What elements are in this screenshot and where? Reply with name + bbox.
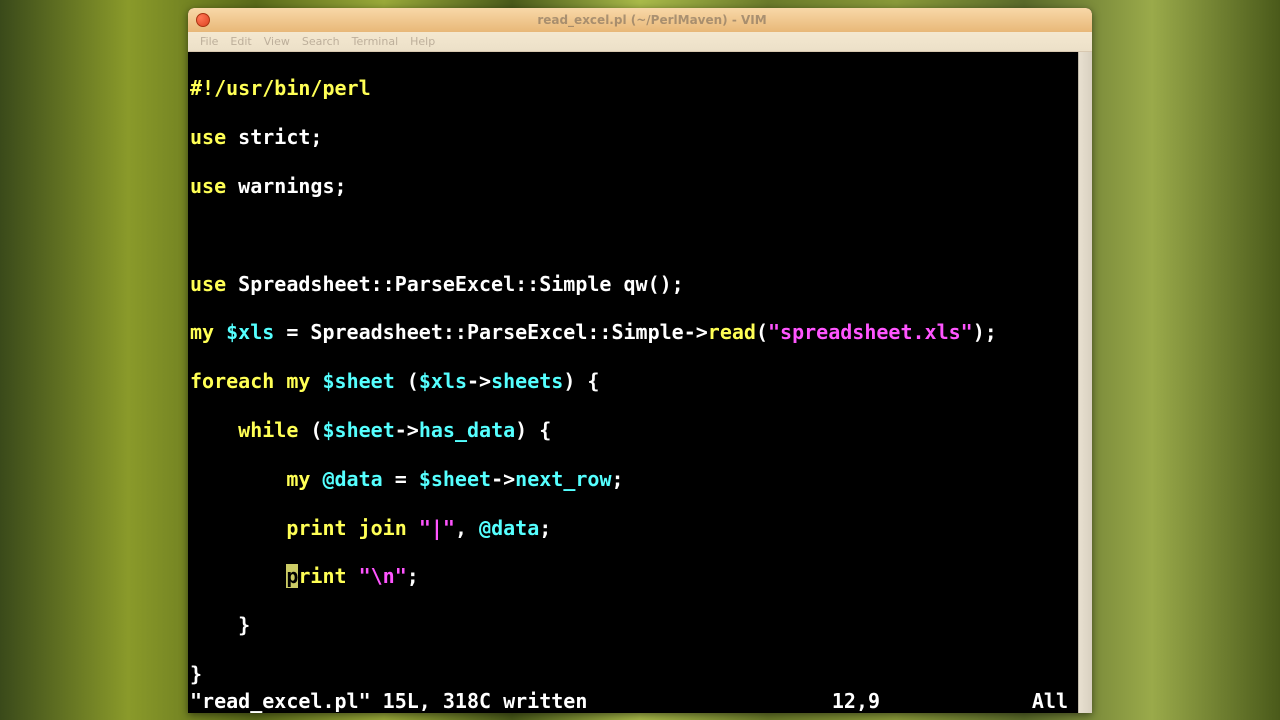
cursor: p [286, 564, 298, 588]
menu-help[interactable]: Help [404, 33, 441, 50]
code-line-5: use Spreadsheet::ParseExcel::Simple qw()… [190, 272, 1090, 296]
window-title: read_excel.pl (~/PerlMaven) - VIM [220, 13, 1084, 27]
menu-search[interactable]: Search [296, 33, 346, 50]
cursor-position: 12,9 [832, 689, 1032, 713]
vim-statusbar: "read_excel.pl" 15L, 318C written 12,9 A… [188, 689, 1078, 713]
menu-file[interactable]: File [194, 33, 224, 50]
code-line-10: print join "|", @data; [190, 516, 1090, 540]
editor-area[interactable]: #!/usr/bin/perl use strict; use warnings… [188, 52, 1092, 713]
shebang: #!/usr/bin/perl [190, 76, 371, 100]
menu-view[interactable]: View [258, 33, 296, 50]
menu-terminal[interactable]: Terminal [346, 33, 405, 50]
code-line-4 [190, 223, 1090, 247]
code-line-7: foreach my $sheet ($xls->sheets) { [190, 369, 1090, 393]
code-line-12: } [190, 613, 1090, 637]
code-line-13: } [190, 662, 1090, 686]
code-line-2: use strict; [190, 125, 1090, 149]
menu-edit[interactable]: Edit [224, 33, 257, 50]
code-line-3: use warnings; [190, 174, 1090, 198]
code-line-6: my $xls = Spreadsheet::ParseExcel::Simpl… [190, 320, 1090, 344]
status-message: "read_excel.pl" 15L, 318C written [190, 689, 587, 713]
vim-window: read_excel.pl (~/PerlMaven) - VIM File E… [188, 8, 1092, 713]
code-line-1: #!/usr/bin/perl [190, 76, 1090, 100]
code-line-8: while ($sheet->has_data) { [190, 418, 1090, 442]
code-line-11: print "\n"; [190, 564, 1090, 588]
scroll-indicator: All [1032, 689, 1078, 713]
menubar: File Edit View Search Terminal Help [188, 32, 1092, 52]
scrollbar[interactable] [1078, 52, 1092, 713]
window-titlebar: read_excel.pl (~/PerlMaven) - VIM [188, 8, 1092, 32]
close-icon[interactable] [196, 13, 210, 27]
code-line-9: my @data = $sheet->next_row; [190, 467, 1090, 491]
